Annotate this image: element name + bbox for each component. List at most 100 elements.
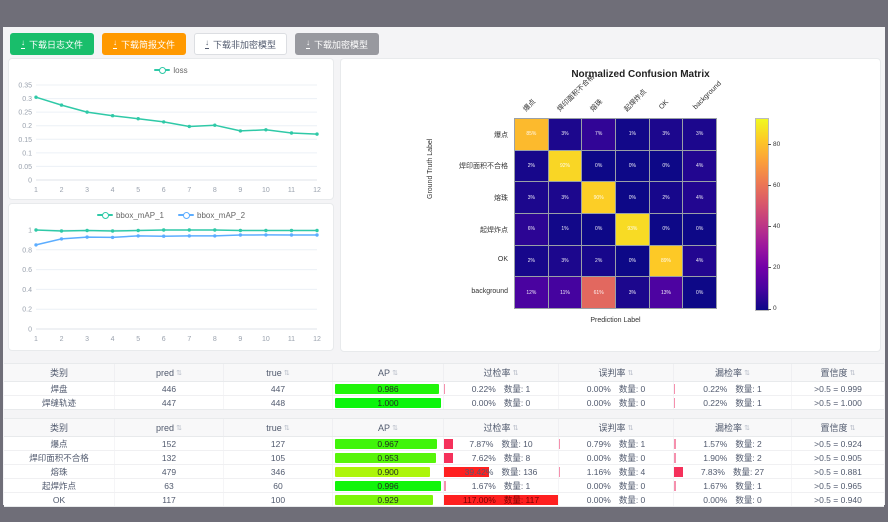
matrix-row-label: 焊印面积不合格 xyxy=(428,161,508,171)
sort-icon: ⇅ xyxy=(392,369,398,377)
col-true[interactable]: true⇅ xyxy=(224,419,333,436)
matrix-cell: 2% xyxy=(515,246,548,277)
col-misjudge-rate-cell: 0.79%数量: 1 xyxy=(559,437,674,450)
svg-text:6: 6 xyxy=(162,336,166,343)
svg-text:11: 11 xyxy=(288,187,295,194)
matrix-cell: 0% xyxy=(650,214,683,245)
col-true-cell: 447 xyxy=(224,382,333,395)
sort-icon: ⇅ xyxy=(284,424,290,432)
legend-item-loss[interactable]: loss xyxy=(154,66,187,75)
download-encrypted-model-button[interactable]: ↓下载加密模型 xyxy=(295,33,379,55)
col-misjudge-rate-cell: 0.00%数量: 0 xyxy=(559,451,674,464)
matrix-cell: 4% xyxy=(683,246,716,277)
matrix-cell: 1% xyxy=(549,214,582,245)
svg-text:5: 5 xyxy=(136,336,140,343)
col-confidence-cell: >0.5 = 0.905 xyxy=(792,451,884,464)
col-overdetect-rate[interactable]: 过检率⇅ xyxy=(444,364,559,381)
table-row: 熔珠4793460.90039.42%数量: 1361.16%数量: 47.83… xyxy=(4,465,884,479)
col-ap-cell: 0.986 xyxy=(333,382,444,395)
matrix-cell: 13% xyxy=(650,277,683,308)
series-marker-icon xyxy=(178,214,194,216)
matrix-cell: 0% xyxy=(683,214,716,245)
svg-text:2: 2 xyxy=(60,336,64,343)
svg-text:1: 1 xyxy=(28,228,32,235)
matrix-cell: 0% xyxy=(616,151,649,182)
col-misjudge-rate-cell: 0.00%数量: 0 xyxy=(559,396,674,409)
legend-item-bbox_mAP_2[interactable]: bbox_mAP_2 xyxy=(178,211,245,220)
svg-text:8: 8 xyxy=(213,336,217,343)
rate-bar xyxy=(559,467,560,477)
col-confidence[interactable]: 置信度⇅ xyxy=(792,364,884,381)
col-misjudge-rate-cell: 0.00%数量: 0 xyxy=(559,382,674,395)
col-ap[interactable]: AP⇅ xyxy=(333,419,444,436)
svg-text:1: 1 xyxy=(34,336,38,343)
matrix-row-label: 熔珠 xyxy=(428,193,508,203)
matrix-cell: 12% xyxy=(515,277,548,308)
col-misjudge-rate-cell: 0.00%数量: 0 xyxy=(559,493,674,506)
col-pred-cell: 152 xyxy=(115,437,224,450)
rate-bar xyxy=(674,439,676,449)
sort-icon: ⇅ xyxy=(744,369,750,377)
col-overdetect-rate[interactable]: 过检率⇅ xyxy=(444,419,559,436)
matrix-cell: 61% xyxy=(582,277,615,308)
confusion-matrix-xlabel: Prediction Label xyxy=(514,317,717,324)
dashboard-content: ↓下载日志文件↓下载简报文件↓下载非加密模型↓下载加密模型 loss 00.05… xyxy=(3,27,885,505)
svg-text:0.4: 0.4 xyxy=(22,287,32,294)
metrics-table: 类别pred⇅true⇅AP⇅过检率⇅误判率⇅漏检率⇅置信度⇅焊盘4464470… xyxy=(4,363,884,410)
series-marker-icon xyxy=(154,69,170,71)
col-confidence-cell: >0.5 = 0.965 xyxy=(792,479,884,492)
rate-bar xyxy=(674,467,683,477)
col-category: 类别 xyxy=(4,419,115,436)
col-misjudge-rate-cell: 0.00%数量: 0 xyxy=(559,479,674,492)
col-pred[interactable]: pred⇅ xyxy=(115,419,224,436)
matrix-row-label: 爆点 xyxy=(428,130,508,140)
col-category-cell: 熔珠 xyxy=(4,465,115,478)
svg-text:0: 0 xyxy=(28,178,32,185)
matrix-cell: 4% xyxy=(683,182,716,213)
sort-icon: ⇅ xyxy=(284,369,290,377)
legend-item-bbox_mAP_1[interactable]: bbox_mAP_1 xyxy=(97,211,164,220)
download-unencrypted-model-button[interactable]: ↓下载非加密模型 xyxy=(194,33,287,55)
matrix-cell: 90% xyxy=(582,182,615,213)
col-miss-rate[interactable]: 漏检率⇅ xyxy=(674,419,792,436)
loss-line-chart: 00.050.10.150.20.250.30.3512345678910111… xyxy=(9,78,327,196)
svg-text:1: 1 xyxy=(34,187,38,194)
sort-icon: ⇅ xyxy=(513,424,519,432)
svg-text:0.2: 0.2 xyxy=(22,123,32,130)
sort-icon: ⇅ xyxy=(850,369,856,377)
col-miss-rate[interactable]: 漏检率⇅ xyxy=(674,364,792,381)
col-ap-cell: 0.996 xyxy=(333,479,444,492)
svg-text:9: 9 xyxy=(238,187,242,194)
col-overdetect-rate-cell: 7.62%数量: 8 xyxy=(444,451,559,464)
svg-text:0.15: 0.15 xyxy=(18,137,32,144)
matrix-col-label: background xyxy=(692,80,723,111)
col-true[interactable]: true⇅ xyxy=(224,364,333,381)
col-category-cell: 焊缝轨迹 xyxy=(4,396,115,409)
col-miss-rate-cell: 0.22%数量: 1 xyxy=(674,396,792,409)
col-pred[interactable]: pred⇅ xyxy=(115,364,224,381)
col-confidence-cell: >0.5 = 0.999 xyxy=(792,382,884,395)
matrix-cell: 2% xyxy=(515,151,548,182)
col-miss-rate-cell: 1.57%数量: 2 xyxy=(674,437,792,450)
col-ap-cell: 0.967 xyxy=(333,437,444,450)
table-header-row: 类别pred⇅true⇅AP⇅过检率⇅误判率⇅漏检率⇅置信度⇅ xyxy=(4,364,884,382)
rate-bar xyxy=(444,384,445,394)
col-pred-cell: 132 xyxy=(115,451,224,464)
col-ap[interactable]: AP⇅ xyxy=(333,364,444,381)
matrix-col-label: 起焊炸点 xyxy=(622,87,649,114)
col-confidence[interactable]: 置信度⇅ xyxy=(792,419,884,436)
matrix-cell: 3% xyxy=(683,119,716,150)
matrix-cell: 85% xyxy=(515,119,548,150)
download-log-button[interactable]: ↓下载日志文件 xyxy=(10,33,94,55)
matrix-cell: 4% xyxy=(683,151,716,182)
download-report-button[interactable]: ↓下载简报文件 xyxy=(102,33,186,55)
col-misjudge-rate[interactable]: 误判率⇅ xyxy=(559,364,674,381)
col-true-cell: 100 xyxy=(224,493,333,506)
col-ap-cell: 0.953 xyxy=(333,451,444,464)
col-misjudge-rate[interactable]: 误判率⇅ xyxy=(559,419,674,436)
col-pred-cell: 63 xyxy=(115,479,224,492)
svg-text:0.8: 0.8 xyxy=(22,247,32,254)
svg-text:8: 8 xyxy=(213,187,217,194)
colorbar-tick-label: 80 xyxy=(773,141,780,148)
matrix-cell: 0% xyxy=(616,182,649,213)
